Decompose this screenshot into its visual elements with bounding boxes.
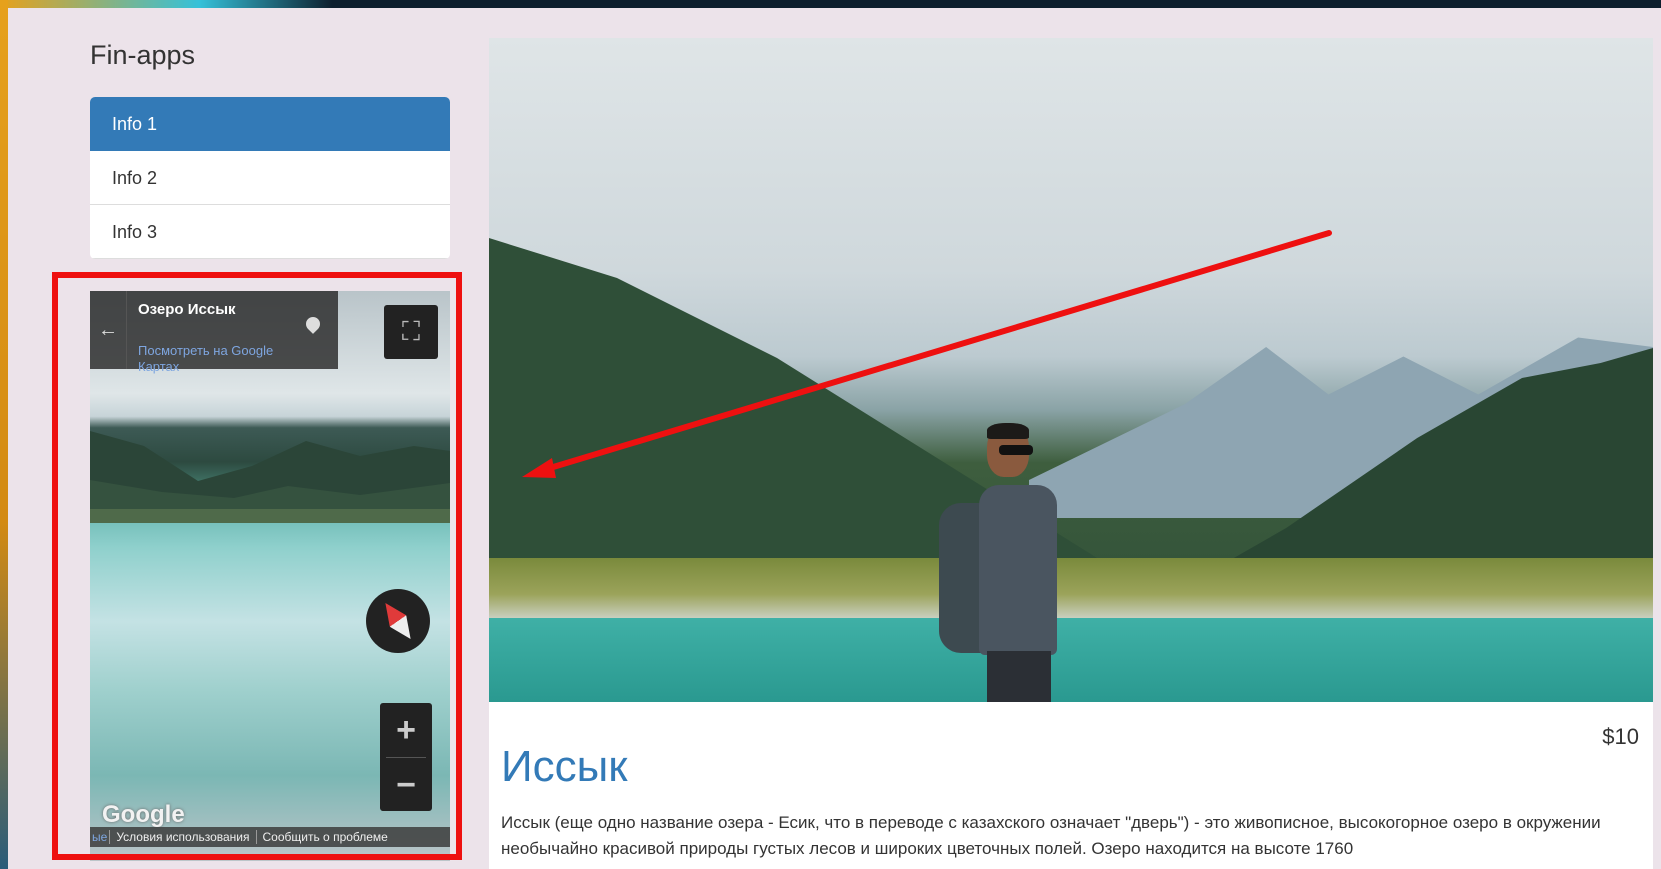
hero-lake — [489, 618, 1653, 702]
window-top-edge — [0, 0, 1661, 8]
info-item-2[interactable]: Info 2 — [90, 151, 450, 205]
brand-title[interactable]: Fin-apps — [90, 40, 195, 71]
hero-meadow — [489, 558, 1653, 618]
product-price: $10 — [1602, 724, 1639, 749]
info-item-3[interactable]: Info 3 — [90, 205, 450, 259]
hiker-hair — [987, 423, 1029, 439]
hiker-legs — [987, 651, 1051, 702]
product-content: $10 Иссык Иссык (еще одно название озера… — [489, 702, 1653, 869]
sunglasses — [999, 445, 1033, 455]
hiker-torso — [979, 485, 1057, 655]
window-left-edge — [0, 0, 8, 869]
info-item-1[interactable]: Info 1 — [90, 97, 450, 151]
info-list: Info 1 Info 2 Info 3 — [90, 97, 450, 259]
product-title: Иссык — [501, 742, 628, 791]
hero-image — [489, 38, 1653, 702]
product-description: Иссык (еще одно название озера - Есик, ч… — [501, 813, 1601, 858]
hiker-figure — [939, 423, 1069, 702]
annotation-red-box — [52, 272, 462, 860]
